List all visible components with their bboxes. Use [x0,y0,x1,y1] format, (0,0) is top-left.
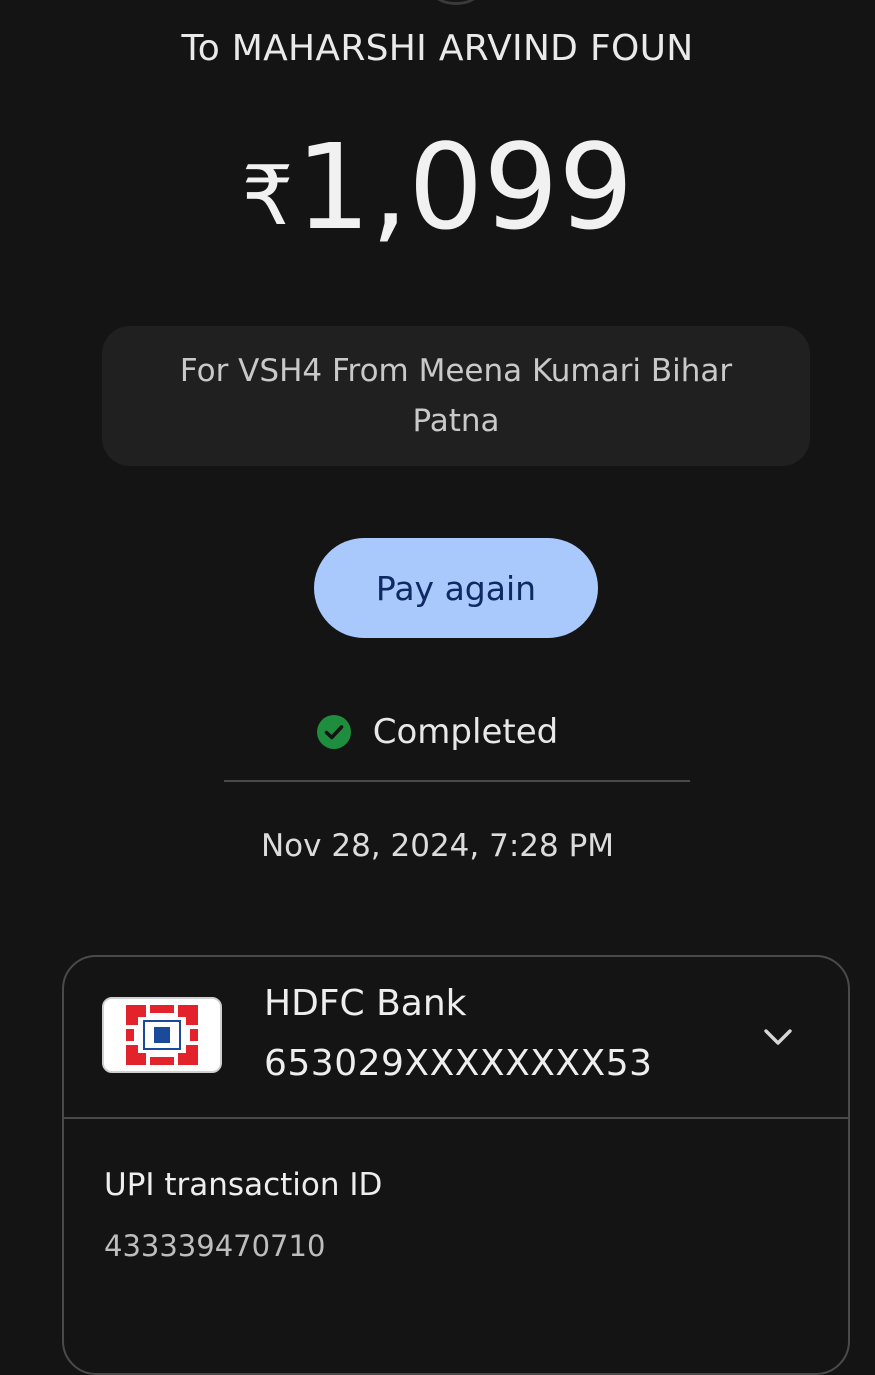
pay-again-button[interactable]: Pay again [314,538,598,638]
transaction-datetime: Nov 28, 2024, 7:28 PM [260,828,615,864]
bank-details-card: HDFC Bank 653029XXXXXXXX53 UPI transacti… [62,955,850,1375]
payment-note: For VSH4 From Meena Kumari Bihar Patna [102,326,810,466]
avatar [418,0,494,5]
currency-symbol: ₹ [241,149,294,244]
check-circle-icon [316,715,351,749]
upi-transaction-id: 433339470710 [104,1229,326,1263]
payment-note-text: For VSH4 From Meena Kumari Bihar Patna [179,353,733,439]
status-text: Completed [372,712,559,752]
amount-value: 1,099 [295,118,634,256]
bank-account-number: 653029XXXXXXXX53 [264,1043,653,1084]
bank-name: HDFC Bank [264,983,467,1024]
chevron-down-icon[interactable] [760,1019,796,1055]
payment-amount: ₹ 1,099 [0,128,875,268]
divider [224,780,690,782]
status-badge: Completed [0,712,875,752]
hdfc-bank-logo-icon [102,997,222,1073]
upi-transaction-label: UPI transaction ID [104,1167,383,1203]
card-divider [64,1117,848,1119]
bank-account-row[interactable]: HDFC Bank 653029XXXXXXXX53 [64,957,848,1117]
recipient-title: To MAHARSHI ARVIND FOUN [181,28,694,69]
